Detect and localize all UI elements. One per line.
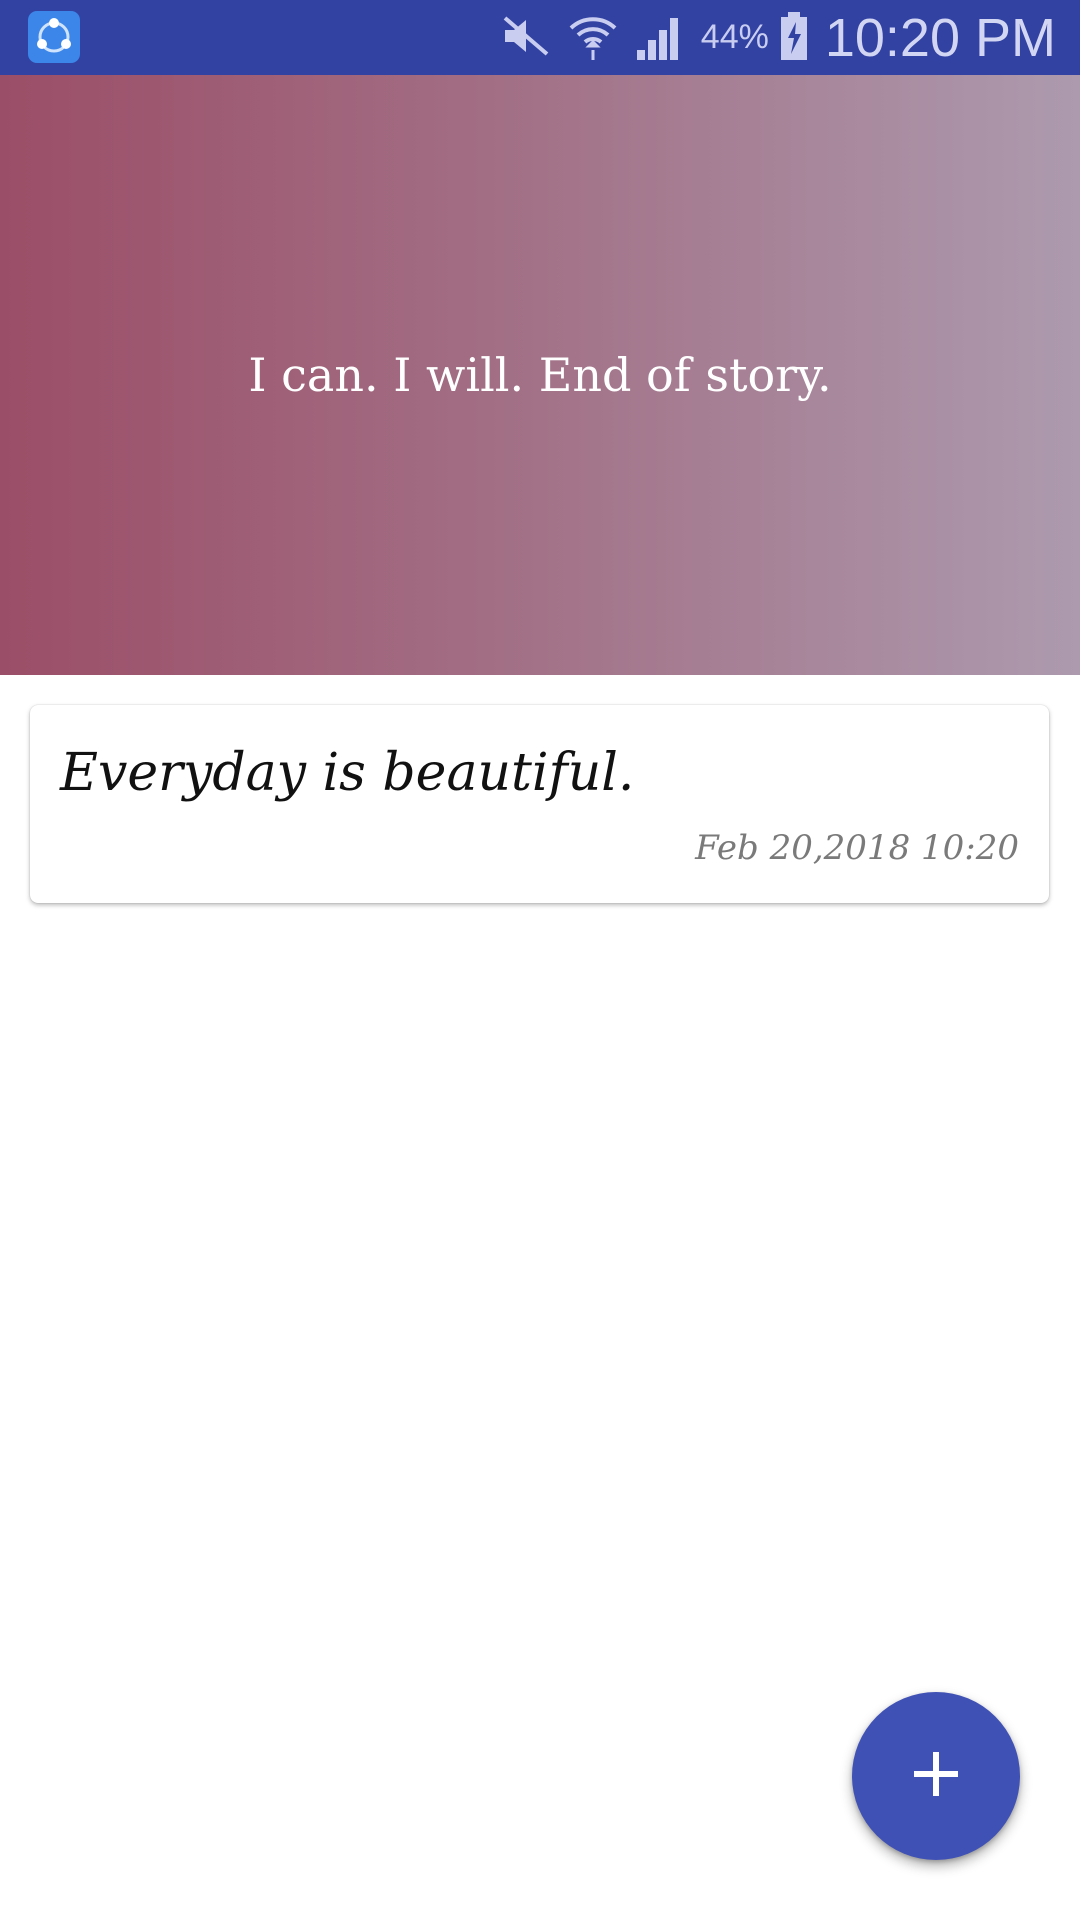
plus-icon xyxy=(912,1750,960,1802)
battery-percent: 44% xyxy=(700,18,769,56)
mute-icon xyxy=(501,14,551,62)
shareit-app-icon xyxy=(28,11,80,63)
wifi-icon xyxy=(567,10,619,66)
status-bar: 44% 10:20 PM xyxy=(0,0,1080,75)
status-time: 10:20 PM xyxy=(824,7,1056,68)
add-note-button[interactable] xyxy=(852,1692,1020,1860)
header-quote: I can. I will. End of story. xyxy=(248,348,832,402)
signal-icon xyxy=(635,12,685,64)
quote-header: I can. I will. End of story. xyxy=(0,75,1080,675)
battery-charging-icon xyxy=(779,10,809,66)
note-text: Everyday is beautiful. xyxy=(60,743,635,803)
note-card[interactable]: Everyday is beautiful. Feb 20,2018 10:20 xyxy=(30,705,1049,903)
status-icons: 44% 10:20 PM xyxy=(501,0,1056,75)
note-date: Feb 20,2018 10:20 xyxy=(695,828,1019,868)
